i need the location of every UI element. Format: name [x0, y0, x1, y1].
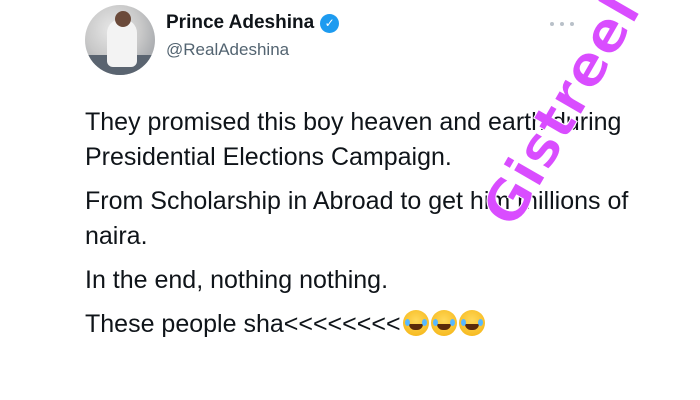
laughing-tears-emoji-icon [402, 310, 429, 336]
laughing-tears-emoji-icon [458, 310, 485, 336]
more-dot [550, 22, 554, 26]
tweet-paragraph: In the end, nothing nothing. [85, 266, 389, 294]
author-display-name[interactable]: Prince Adeshina [166, 12, 314, 34]
laughing-tears-emoji-icon [430, 310, 457, 336]
more-dot [560, 22, 564, 26]
tweet-last-line: These people sha<<<<<<<< [85, 307, 645, 342]
more-horizontal-icon[interactable] [550, 18, 574, 30]
author-handle[interactable]: @RealAdeshina [166, 40, 289, 60]
verified-badge-icon: ✓ [320, 13, 340, 33]
author-name-row[interactable]: Prince Adeshina ✓ [166, 12, 340, 34]
avatar-head [115, 11, 131, 27]
tweet-paragraph: From Scholarship in Abroad to get him mi… [85, 187, 629, 250]
tweet-card: Prince Adeshina ✓ @RealAdeshina They pro… [0, 0, 700, 400]
avatar[interactable] [85, 5, 155, 75]
tweet-last-line-text: These people sha<<<<<<<< [85, 310, 401, 338]
